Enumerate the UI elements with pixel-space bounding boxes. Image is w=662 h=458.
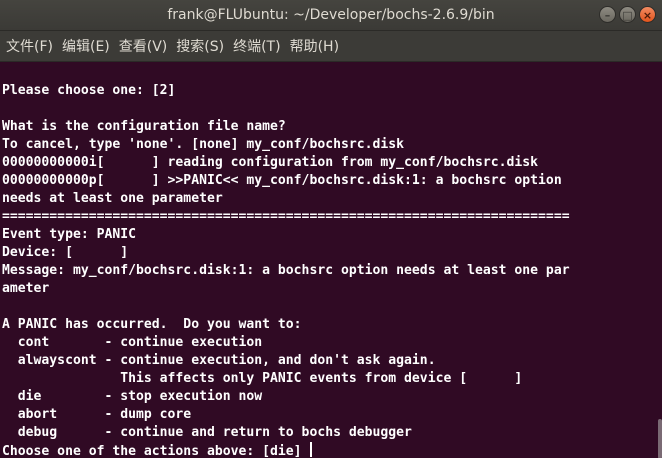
menu-bar: 文件(F) 编辑(E) 查看(V) 搜索(S) 终端(T) 帮助(H): [0, 31, 662, 62]
window-title: frank@FLUbuntu: ~/Developer/bochs-2.6.9/…: [167, 7, 495, 23]
maximize-button[interactable]: □: [619, 6, 636, 23]
terminal-line: debug - continue and return to bochs deb…: [2, 425, 412, 440]
terminal-line: Device: [ ]: [2, 245, 129, 260]
terminal-line: Message: my_conf/bochsrc.disk:1: a bochs…: [2, 263, 570, 278]
terminal-line: 00000000000p[ ] >>PANIC<< my_conf/bochsr…: [2, 173, 562, 188]
scrollbar[interactable]: [658, 62, 662, 458]
terminal-prompt-line[interactable]: Choose one of the actions above: [die]: [2, 442, 662, 458]
scrollbar-thumb[interactable]: [658, 419, 662, 458]
menu-view[interactable]: 查看(V): [119, 36, 168, 56]
terminal-line: Please choose one: [2]: [2, 83, 176, 98]
terminal-window: frank@FLUbuntu: ~/Developer/bochs-2.6.9/…: [0, 0, 662, 458]
terminal-line: To cancel, type 'none'. [none] my_conf/b…: [2, 137, 405, 152]
menu-help[interactable]: 帮助(H): [290, 36, 339, 56]
terminal-line: die - stop execution now: [2, 389, 263, 404]
close-button[interactable]: ×: [639, 6, 656, 23]
terminal-line: This affects only PANIC events from devi…: [2, 371, 523, 386]
window-controls: – □ ×: [599, 6, 656, 23]
minimize-button[interactable]: –: [599, 6, 616, 23]
menu-file[interactable]: 文件(F): [6, 36, 53, 56]
menu-search[interactable]: 搜索(S): [176, 36, 224, 56]
terminal-line: ameter: [2, 281, 50, 296]
terminal-line: cont - continue execution: [2, 335, 263, 350]
terminal-line: ========================================…: [2, 209, 570, 224]
terminal-line: abort - dump core: [2, 407, 192, 422]
menu-edit[interactable]: 编辑(E): [62, 36, 110, 56]
terminal-line: needs at least one parameter: [2, 191, 223, 206]
menu-terminal[interactable]: 终端(T): [233, 36, 280, 56]
terminal-line: 00000000000i[ ] reading configuration fr…: [2, 155, 539, 170]
terminal-line: alwayscont - continue execution, and don…: [2, 353, 436, 368]
terminal-line: Event type: PANIC: [2, 227, 137, 242]
title-bar[interactable]: frank@FLUbuntu: ~/Developer/bochs-2.6.9/…: [0, 0, 662, 31]
terminal-prompt: Choose one of the actions above: [die]: [2, 444, 310, 458]
terminal-line: What is the configuration file name?: [2, 119, 286, 134]
text-cursor: [310, 442, 313, 457]
terminal-line: A PANIC has occurred. Do you want to:: [2, 317, 302, 332]
terminal-output[interactable]: Please choose one: [2] What is the confi…: [0, 62, 662, 458]
